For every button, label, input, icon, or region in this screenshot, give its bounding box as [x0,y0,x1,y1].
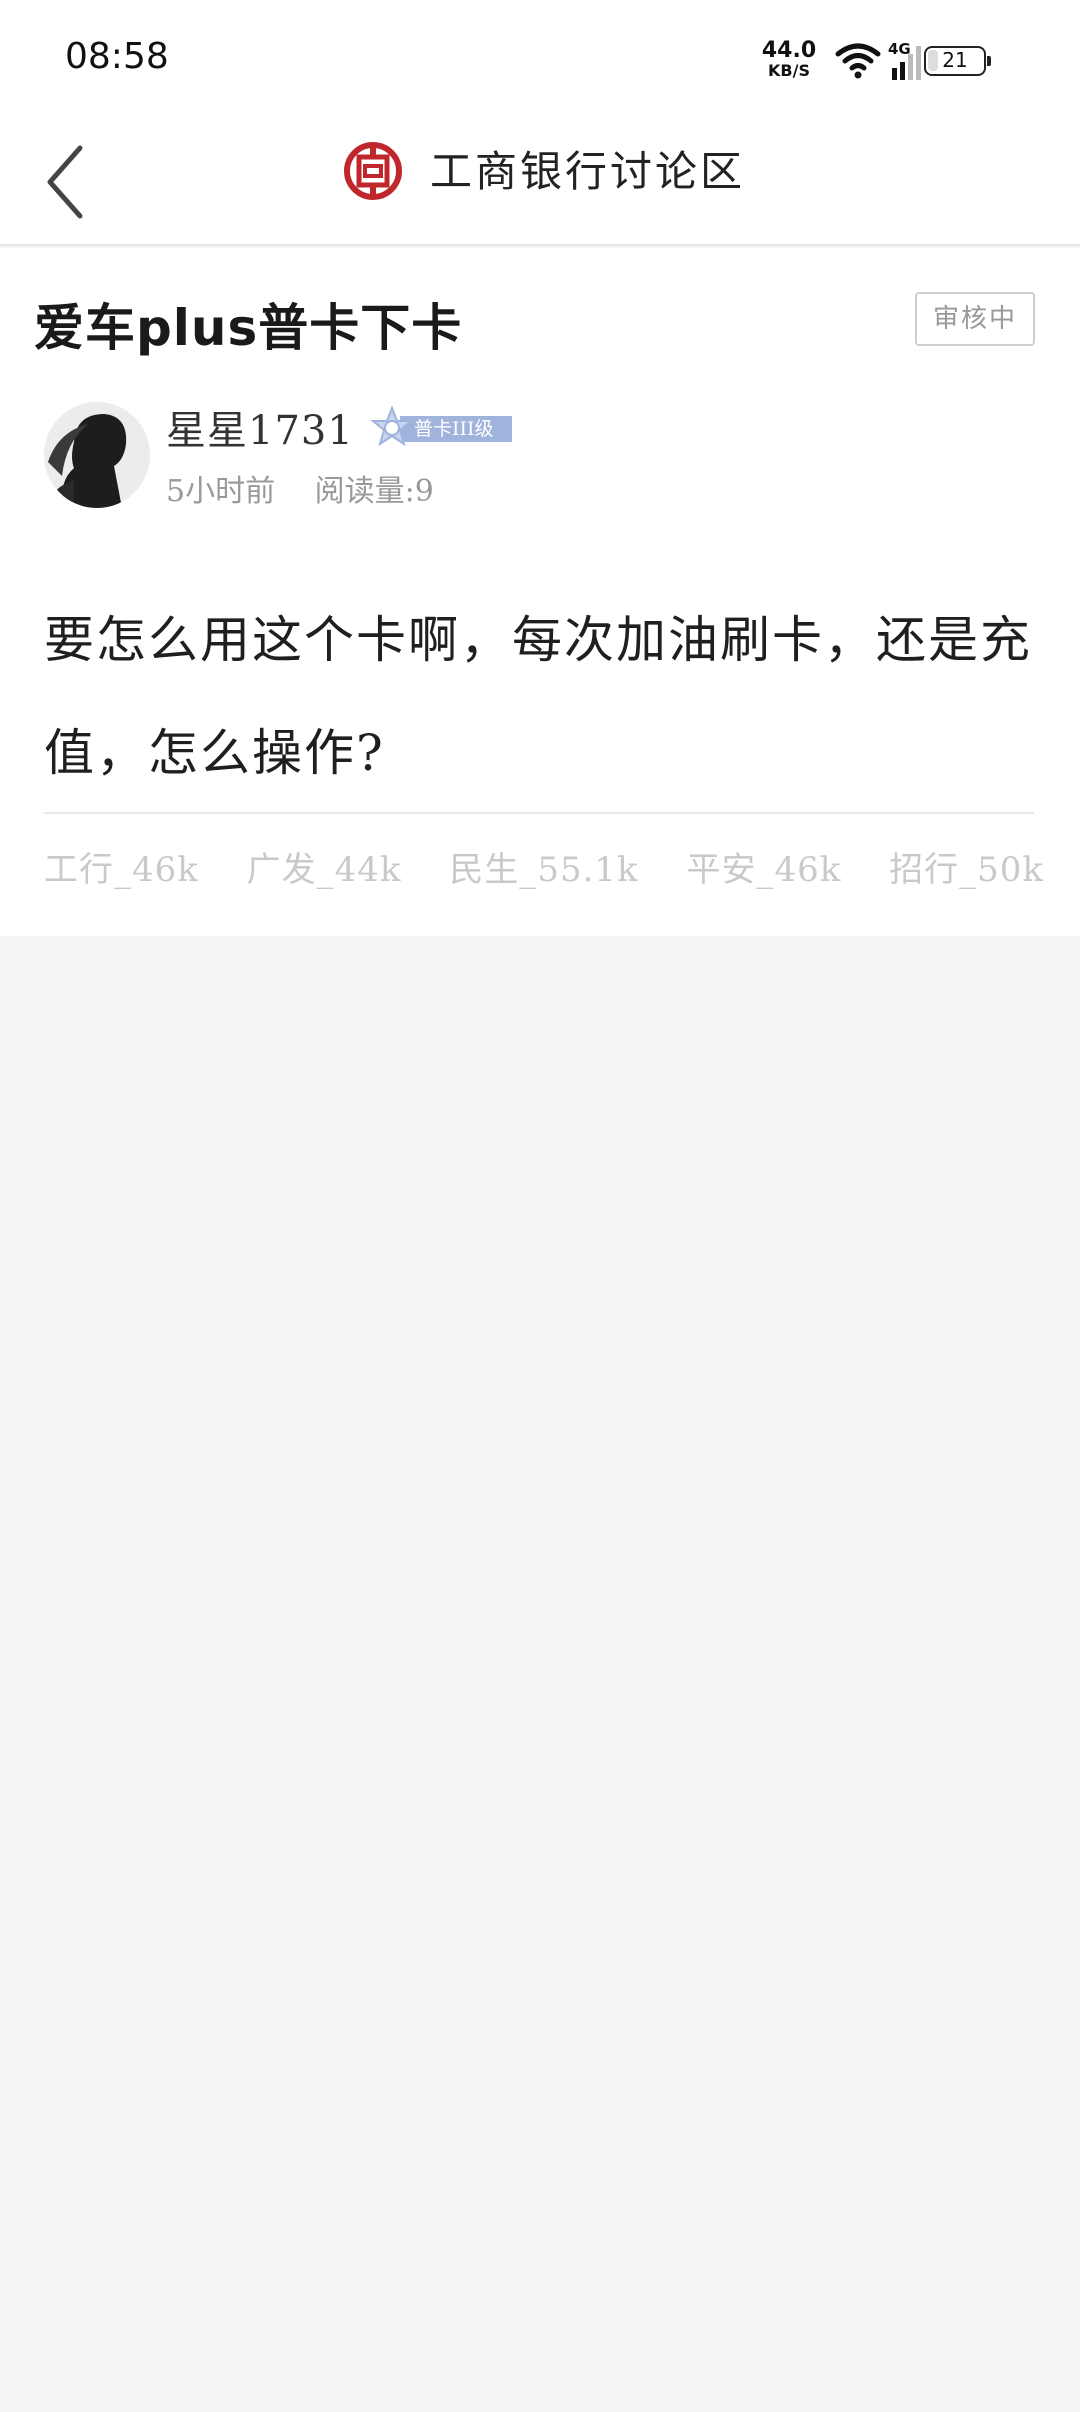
bank-tag[interactable]: 工行_46k [44,842,199,891]
wifi-icon [835,43,881,79]
read-count: 阅读量:9 [314,474,434,509]
network-type-label: 4G [888,40,911,58]
avatar[interactable] [44,402,150,508]
battery-icon: 21 [924,46,991,76]
post-meta: 5小时前 阅读量:9 [166,466,464,510]
cellular-signal-icon: 4G [888,40,921,80]
avatar-image [44,402,150,508]
status-bar: 08:58 44.0 KB/S 4G 21 [0,0,1080,118]
header: 工商银行讨论区 [0,118,1080,246]
bank-tag[interactable]: 平安_46k [686,842,841,891]
chevron-left-icon [47,145,83,219]
bank-tag[interactable]: 民生_55.1k [449,842,638,891]
level-badge-label: 普卡III级 [400,416,512,442]
review-status-badge: 审核中 [915,292,1035,346]
bank-tag-list: 工行_46k 广发_44k 民生_55.1k 平安_46k 招行_50k [44,842,1044,891]
network-speed: 44.0 KB/S [754,40,824,79]
page-title: 工商银行讨论区 [430,147,746,196]
network-speed-unit: KB/S [768,61,810,80]
back-button[interactable] [36,140,96,224]
post-title: 爱车plus普卡下卡 [34,299,463,357]
post-body: 要怎么用这个卡啊，每次加油刷卡，还是充值，怎么操作? [44,611,1032,782]
status-time: 08:58 [65,36,169,77]
network-speed-value: 44.0 [761,38,817,63]
bank-tag[interactable]: 广发_44k [247,842,402,891]
divider [44,812,1034,814]
author-name[interactable]: 星星1731 [166,398,354,456]
battery-level: 21 [942,48,968,72]
icbc-logo-icon [344,142,402,200]
level-badge: 普卡III级 [370,406,516,450]
bank-tag[interactable]: 招行_50k [889,842,1044,891]
post-card: 爱车plus普卡下卡 审核中 星星1731 普卡III级 5小时前 阅读量:9 … [0,248,1080,936]
star-badge-icon [370,406,414,447]
post-time: 5小时前 [166,474,276,509]
